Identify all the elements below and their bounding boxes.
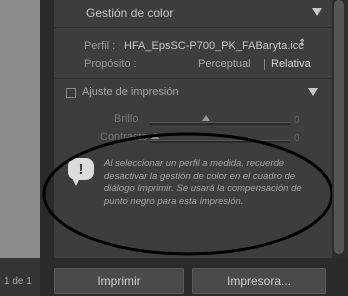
printer-button[interactable]: Impresora... (192, 268, 326, 294)
profile-label: Perfil : (84, 40, 116, 52)
divider (54, 27, 332, 28)
page-count: 1 de 1 (4, 276, 32, 287)
print-preview-canvas[interactable] (0, 0, 40, 258)
purpose-separator (264, 59, 265, 70)
print-button[interactable]: Imprimir (54, 268, 184, 294)
collapse-triangle-icon[interactable] (308, 88, 318, 96)
profile-stepper-icon[interactable]: ⇕ (298, 38, 306, 49)
color-management-header[interactable]: Gestión de color (54, 3, 332, 23)
scrollbar-thumb[interactable] (334, 0, 344, 254)
divider (54, 78, 332, 79)
collapse-triangle-icon[interactable] (312, 8, 322, 16)
purpose-option-perceptual[interactable]: Perceptual (198, 58, 251, 70)
print-adjust-checkbox[interactable] (66, 88, 76, 98)
print-module: 1 de 1 Gestión de color Perfil : HFA_Eps… (0, 0, 348, 296)
print-adjust-title: Ajuste de impresión (82, 86, 179, 98)
purpose-label: Propósito : (84, 58, 137, 70)
annotation-ellipse (42, 132, 334, 256)
color-management-title: Gestión de color (86, 6, 174, 20)
purpose-option-relativa[interactable]: Relativa (271, 58, 311, 70)
profile-select[interactable]: HFA_EpsSC-P700_PK_FABaryta.icc (124, 40, 304, 52)
